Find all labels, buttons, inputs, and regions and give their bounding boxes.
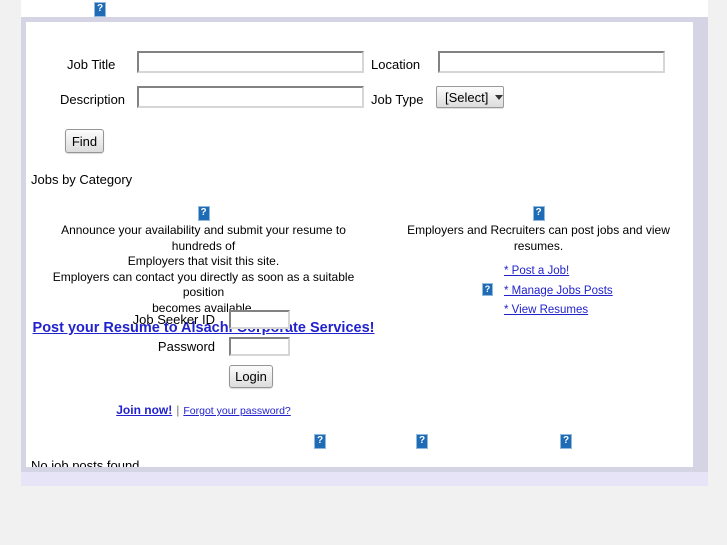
seeker-blurb-line-3: Employers can contact you directly as so… [52,269,355,300]
main-panel-frame: Job Title Location Description Job Type … [21,17,708,472]
location-label: Location [371,57,421,72]
seeker-blurb-line-1: Announce your availability and submit yo… [61,223,346,253]
employer-blurb: Employers and Recruiters can post jobs a… [407,223,670,253]
forgot-password-link[interactable]: Forgot your password? [183,405,290,417]
login-footer-links: Join now! | Forgot your password? [26,402,381,417]
no-job-posts-message: No job posts found. [31,458,144,467]
job-search-form: Job Title Location Description Job Type … [26,22,693,153]
seeker-header-image [26,203,381,223]
job-type-label: Job Type [371,92,424,107]
job-type-selected-value: [Select] [445,89,489,105]
link-separator: | [176,403,180,417]
password-input[interactable] [229,337,290,356]
broken-image-icon[interactable] [416,434,428,449]
broken-image-icon[interactable] [532,206,545,222]
broken-image-icon[interactable] [197,206,210,222]
description-label: Description [60,92,126,107]
page-root: Job Title Location Description Job Type … [0,0,727,545]
job-seeker-login-form: Job Seeker ID Password Login Join now! | F… [26,310,381,417]
manage-jobs-posts-link[interactable]: * Manage Jobs Posts [504,282,693,302]
jobs-by-category-label: Jobs by Category [31,172,133,187]
top-strip [21,0,708,17]
join-now-link[interactable]: Join now! [116,403,172,417]
location-input[interactable] [438,51,665,73]
password-label: Password [157,339,215,354]
job-seeker-id-label: Job Seeker ID [132,312,215,327]
employer-links: * Post a Job! * Manage Jobs Posts * View… [384,262,693,321]
employer-column: Employers and Recruiters can post jobs a… [384,203,693,321]
view-resumes-link[interactable]: * View Resumes [504,301,693,321]
broken-image-icon[interactable] [314,434,326,449]
broken-image-icon[interactable] [560,434,572,449]
description-input[interactable] [137,86,364,108]
broken-image-icon[interactable] [482,283,493,296]
broken-image-icon[interactable] [94,2,106,17]
below-panel-strip [21,472,708,486]
job-type-select[interactable]: [Select] [436,86,504,108]
seeker-blurb-line-2: Employers that visit this site. [127,254,280,268]
seeker-id-row: Job Seeker ID [26,310,381,337]
find-button[interactable]: Find [65,129,104,153]
bottom-image-row [26,434,693,454]
employer-header-image [384,203,693,223]
job-seeker-id-input[interactable] [229,310,290,329]
login-button[interactable]: Login [229,365,273,388]
main-panel: Job Title Location Description Job Type … [26,22,693,467]
job-title-label: Job Title [67,57,116,72]
seeker-blurb: Announce your availability and submit yo… [26,223,381,316]
post-a-job-link[interactable]: * Post a Job! [504,262,693,282]
password-row: Password [26,337,381,364]
chevron-down-icon[interactable] [495,87,504,107]
job-title-input[interactable] [137,51,364,73]
